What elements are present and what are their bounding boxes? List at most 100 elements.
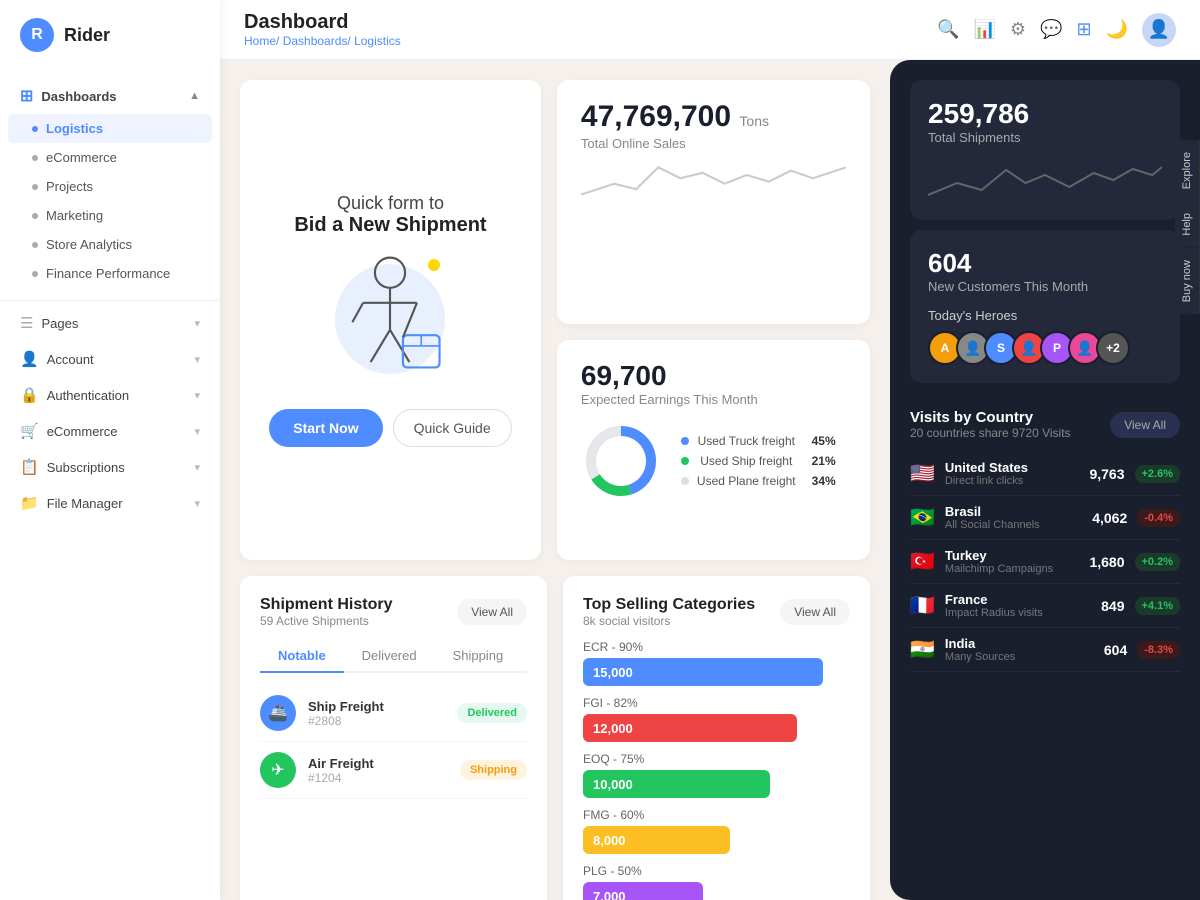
categories-bars: ECR - 90% 15,000 FGI - 82% 12,000 xyxy=(583,640,850,900)
header-right: 🔍 📊 ⚙ 💬 ⊞ 🌙 👤 xyxy=(937,13,1176,47)
sidebar-item-ecommerce[interactable]: eCommerce xyxy=(0,143,220,172)
in-flag-icon: 🇮🇳 xyxy=(910,637,935,662)
tr-change: +0.2% xyxy=(1135,553,1181,571)
sidebar-item-marketing[interactable]: Marketing xyxy=(0,201,220,230)
dashboards-group[interactable]: ⊞ Dashboards ▲ xyxy=(0,78,220,114)
sidebar-item-authentication[interactable]: 🔒 Authentication ▾ xyxy=(0,377,220,413)
settings-icon[interactable]: ⚙ xyxy=(1010,19,1026,40)
dashboards-label: Dashboards xyxy=(41,89,116,104)
customers-label: New Customers This Month xyxy=(928,279,1162,294)
dark-panel: Explore Help Buy now 259,786 Total Shipm… xyxy=(890,60,1200,900)
shipment-subtitle: 59 Active Shipments xyxy=(260,614,392,628)
country-row-in: 🇮🇳 India Many Sources 604 -8.3% xyxy=(910,628,1180,672)
categories-view-all-button[interactable]: View All xyxy=(780,599,850,625)
visits-section: Visits by Country 20 countries share 972… xyxy=(890,393,1200,688)
sidebar-item-projects[interactable]: Projects xyxy=(0,172,220,201)
ship-id-1: #1204 xyxy=(308,771,448,785)
bar-eoq-track: 10,000 xyxy=(583,770,770,798)
plane-dot-icon xyxy=(681,477,689,485)
bar-plg-value: 7,000 xyxy=(593,889,626,900)
sidebar-item-store-analytics[interactable]: Store Analytics xyxy=(0,230,220,259)
br-visits: 4,062 xyxy=(1092,510,1127,526)
shipment-view-all-button[interactable]: View All xyxy=(457,599,527,625)
in-change: -8.3% xyxy=(1137,641,1180,659)
ship-info-0: Ship Freight #2808 xyxy=(308,699,445,728)
sidebar-logo[interactable]: R Rider xyxy=(0,0,220,70)
bar-fgi-value: 12,000 xyxy=(593,721,633,736)
shipment-item-0: 🚢 Ship Freight #2808 Delivered xyxy=(260,685,527,742)
us-source: Direct link clicks xyxy=(945,475,1080,487)
bar-plg-track: 7,000 xyxy=(583,882,703,900)
sidebar-item-account[interactable]: 👤 Account ▾ xyxy=(0,341,220,377)
in-name: India xyxy=(945,636,1094,651)
form-title: Quick form to Bid a New Shipment xyxy=(294,193,486,237)
ship-info-1: Air Freight #1204 xyxy=(308,756,448,785)
theme-icon[interactable]: 🌙 xyxy=(1106,19,1128,40)
start-now-button[interactable]: Start Now xyxy=(269,409,382,447)
fr-visits: 849 xyxy=(1101,598,1124,614)
breadcrumb-current: Logistics xyxy=(354,34,401,48)
tab-notable[interactable]: Notable xyxy=(260,640,344,673)
help-tab[interactable]: Help xyxy=(1175,201,1200,248)
chart-icon[interactable]: 📊 xyxy=(974,19,996,40)
search-icon[interactable]: 🔍 xyxy=(937,19,959,40)
total-shipments-num: 259,786 xyxy=(928,98,1162,130)
tr-visits: 1,680 xyxy=(1089,554,1124,570)
sidebar-item-logistics[interactable]: Logistics xyxy=(8,114,212,143)
ship-name-0: Ship Freight xyxy=(308,699,445,714)
shipment-title: Shipment History xyxy=(260,596,392,614)
total-sales-card: 47,769,700 Tons Total Online Sales xyxy=(557,80,870,324)
total-shipments-label: Total Shipments xyxy=(928,130,1162,145)
sidebar-item-subscriptions[interactable]: 📋 Subscriptions ▾ xyxy=(0,449,220,485)
br-flag-icon: 🇧🇷 xyxy=(910,505,935,530)
content-area: Quick form to Bid a New Shipment xyxy=(220,60,1200,900)
grid-icon[interactable]: ⊞ xyxy=(1076,19,1091,40)
tr-name: Turkey xyxy=(945,548,1080,563)
br-name: Brasil xyxy=(945,504,1082,519)
ship-status-1: Shipping xyxy=(460,760,527,780)
pages-icon: ☰ xyxy=(20,314,33,332)
buy-now-tab[interactable]: Buy now xyxy=(1175,248,1200,314)
user-avatar[interactable]: 👤 xyxy=(1142,13,1176,47)
filemanager-chevron-icon: ▾ xyxy=(194,497,200,510)
ship-dot-icon xyxy=(681,457,689,465)
tab-shipping[interactable]: Shipping xyxy=(435,640,522,673)
country-row-tr: 🇹🇷 Turkey Mailchimp Campaigns 1,680 +0.2… xyxy=(910,540,1180,584)
sidebar-item-finance-performance[interactable]: Finance Performance xyxy=(0,259,220,288)
message-icon[interactable]: 💬 xyxy=(1040,19,1062,40)
auth-icon: 🔒 xyxy=(20,386,39,404)
freight-legend: Used Truck freight 45% Used Ship freight… xyxy=(681,434,836,488)
sidebar-item-pages[interactable]: ☰ Pages ▾ xyxy=(0,305,220,341)
earnings-card: 69,700 Expected Earnings This Month xyxy=(557,340,870,560)
donut-chart xyxy=(581,421,661,501)
pages-chevron-icon: ▾ xyxy=(194,317,200,330)
quick-guide-button[interactable]: Quick Guide xyxy=(393,409,512,447)
visits-view-all-button[interactable]: View All xyxy=(1110,412,1180,438)
breadcrumb-dashboards[interactable]: Dashboards/ xyxy=(283,34,351,48)
auth-chevron-icon: ▾ xyxy=(194,389,200,402)
form-buttons: Start Now Quick Guide xyxy=(269,409,511,447)
tab-delivered[interactable]: Delivered xyxy=(344,640,435,673)
visits-title: Visits by Country xyxy=(910,409,1071,426)
main-area: Dashboard Home/ Dashboards/ Logistics 🔍 … xyxy=(220,0,1200,900)
account-chevron-icon: ▾ xyxy=(194,353,200,366)
sidebar-item-ecommerce-nav[interactable]: 🛒 eCommerce ▾ xyxy=(0,413,220,449)
stats-column: 47,769,700 Tons Total Online Sales xyxy=(557,80,870,560)
sidebar-item-finance-performance-label: Finance Performance xyxy=(46,266,170,281)
tr-info: Turkey Mailchimp Campaigns xyxy=(945,548,1080,575)
sidebar-item-filemanager[interactable]: 📁 File Manager ▾ xyxy=(0,485,220,521)
breadcrumb-home[interactable]: Home/ xyxy=(244,34,279,48)
br-source: All Social Channels xyxy=(945,519,1082,531)
bar-fmg: FMG - 60% 8,000 xyxy=(583,808,850,854)
row-1: Quick form to Bid a New Shipment xyxy=(240,80,870,560)
row-2: Shipment History 59 Active Shipments Vie… xyxy=(240,576,870,900)
us-change: +2.6% xyxy=(1135,465,1181,483)
in-info: India Many Sources xyxy=(945,636,1094,663)
bar-ecr-label: ECR - 90% xyxy=(583,640,850,654)
customers-num: 604 xyxy=(928,248,1162,279)
avatars-row: A 👤 S 👤 P 👤 +2 xyxy=(928,331,1162,365)
filemanager-label: File Manager xyxy=(47,496,123,511)
explore-tab[interactable]: Explore xyxy=(1175,140,1200,201)
illustration xyxy=(300,249,480,389)
dot-icon xyxy=(32,242,38,248)
